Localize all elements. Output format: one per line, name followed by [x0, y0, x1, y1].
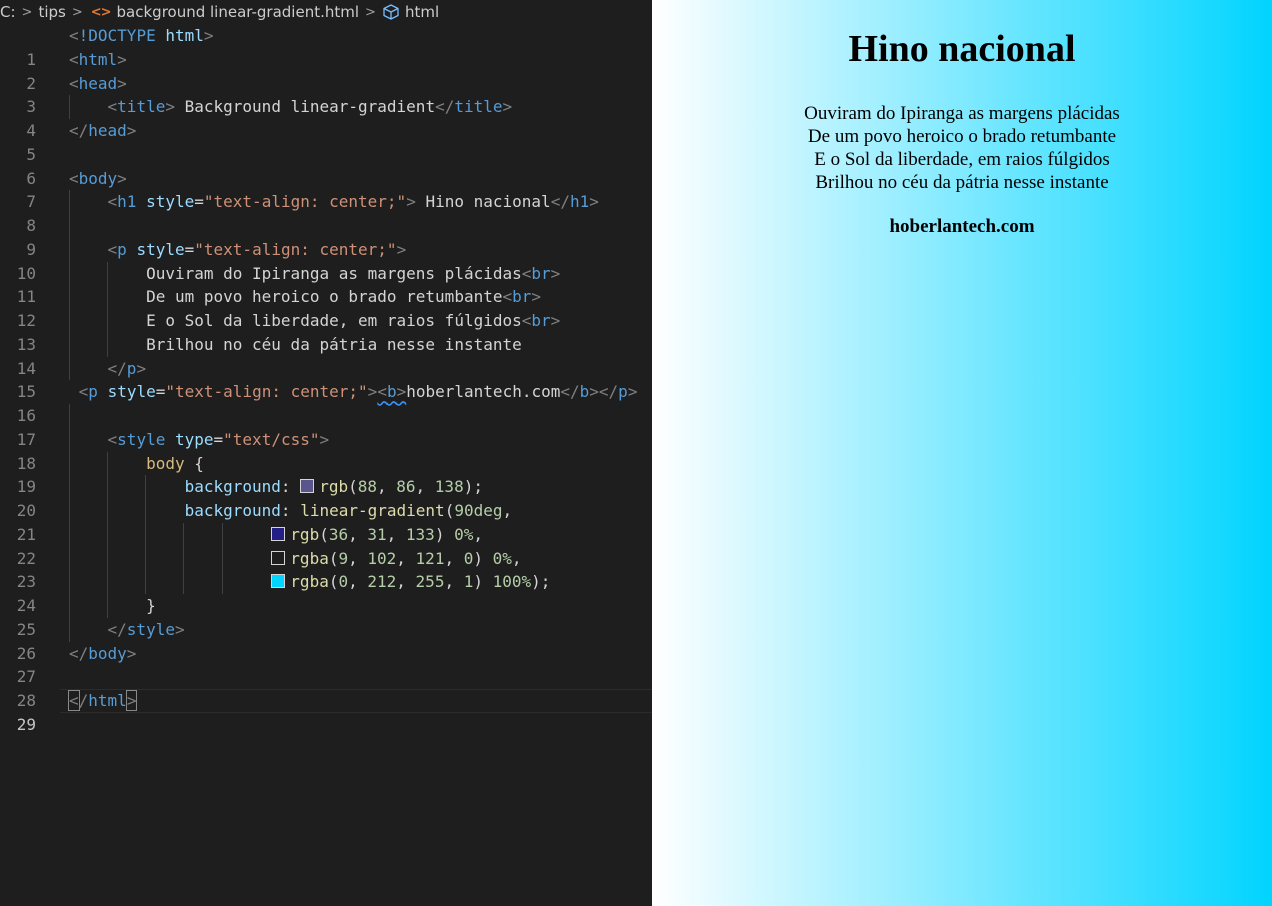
lyric-line: Ouviram do Ipiranga as margens plácidas: [804, 103, 1120, 124]
code-area[interactable]: 1 <!DOCTYPE html> 2 <html> 3 <head> 4 <t…: [0, 24, 652, 734]
color-swatch[interactable]: [271, 526, 286, 541]
site-name: hoberlantech.com: [889, 216, 1035, 237]
code-line[interactable]: 16 <p style="text-align: center;"><b>hob…: [0, 380, 652, 425]
breadcrumb-symbol[interactable]: html: [405, 3, 439, 21]
color-swatch[interactable]: [271, 550, 286, 565]
line-number: 29: [16, 714, 36, 734]
code-line[interactable]: 14 Brilhou no céu da pátria nesse instan…: [0, 332, 652, 378]
breadcrumb: C: > tips > <> background linear-gradien…: [0, 0, 652, 24]
code-line[interactable]: 8 <h1 style="text-align: center;"> Hino …: [0, 190, 652, 235]
code-line[interactable]: 5 </head>: [0, 119, 652, 164]
code-line[interactable]: 23 rgba(9, 102, 121, 0) 0%,: [0, 546, 652, 591]
code-line[interactable]: 10 <p style="text-align: center;">: [0, 237, 652, 283]
indent-guide: [69, 404, 70, 428]
color-swatch[interactable]: [271, 574, 286, 589]
code-line[interactable]: 7 <body>: [0, 167, 652, 212]
breadcrumb-drive[interactable]: C:: [0, 3, 16, 21]
color-swatch[interactable]: [300, 479, 315, 494]
code-line[interactable]: 12 De um povo heroico o brado retumbante…: [0, 285, 652, 330]
cube-icon: [383, 4, 399, 20]
code-line[interactable]: 26 </style>: [0, 617, 652, 663]
breadcrumb-folder[interactable]: tips: [38, 3, 65, 21]
code-line[interactable]: 21 background: linear-gradient(90deg,: [0, 499, 652, 544]
lyric-line: Brilhou no céu da pátria nesse instante: [815, 172, 1109, 193]
code-line[interactable]: 2 <html>: [0, 48, 652, 93]
lyric-line: E o Sol da liberdade, em raios fúlgidos: [814, 149, 1110, 170]
code-line[interactable]: 3 <head>: [0, 72, 652, 117]
html-file-icon: <>: [90, 4, 112, 20]
code-line[interactable]: 20 background: rgb(88, 86, 138);: [0, 475, 652, 520]
code-line[interactable]: 28: [0, 665, 652, 710]
breadcrumb-file[interactable]: background linear-gradient.html: [117, 3, 360, 21]
code-line[interactable]: 24 rgba(0, 212, 255, 1) 100%);: [0, 570, 652, 615]
chevron-right-icon: >: [21, 4, 33, 20]
code-editor[interactable]: C: > tips > <> background linear-gradien…: [0, 0, 652, 906]
code-line[interactable]: 19 body {: [0, 451, 652, 496]
code-line[interactable]: 18 <style type="text/css">: [0, 427, 652, 473]
lyrics-paragraph: Ouviram do Ipiranga as margens plácidas …: [652, 102, 1272, 194]
code-line[interactable]: 1 <!DOCTYPE html>: [0, 24, 652, 69]
code-line[interactable]: 15 </p>: [0, 356, 652, 401]
code-line[interactable]: 17: [0, 404, 652, 449]
code-line[interactable]: 27 </body>: [0, 642, 652, 687]
code-line[interactable]: 25 }: [0, 594, 652, 639]
chevron-right-icon: >: [365, 4, 376, 20]
code-line[interactable]: 6: [0, 143, 652, 188]
code-line[interactable]: 13 E o Sol da liberdade, em raios fúlgid…: [0, 309, 652, 354]
browser-preview: Hino nacional Ouviram do Ipiranga as mar…: [652, 0, 1272, 906]
code-line-current[interactable]: 29 </html>: [0, 689, 652, 734]
code-line[interactable]: 11 Ouviram do Ipiranga as margens plácid…: [0, 261, 652, 306]
code-line[interactable]: 22 rgb(36, 31, 133) 0%,: [0, 522, 652, 568]
lyric-line: De um povo heroico o brado retumbante: [807, 126, 1117, 147]
indent-guide: [69, 214, 70, 238]
chevron-right-icon: >: [71, 4, 83, 20]
page-heading: Hino nacional: [848, 28, 1076, 70]
code-line[interactable]: 9: [0, 214, 652, 259]
code-line[interactable]: 4 <title> Background linear-gradient</ti…: [0, 95, 652, 140]
